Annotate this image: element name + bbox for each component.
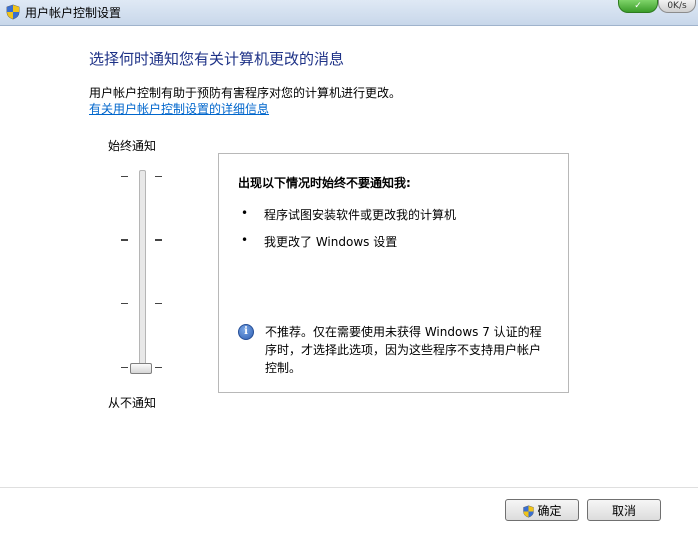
list-item: 程序试图安装软件或更改我的计算机 (264, 208, 457, 222)
speed-indicator[interactable]: 0K/s (658, 0, 696, 13)
slider-tick (121, 367, 128, 368)
info-icon: i (238, 324, 254, 340)
slider-tick (155, 367, 162, 368)
bullet-icon: • (241, 233, 249, 247)
slider-top-label: 始终通知 (108, 139, 157, 153)
footer-divider (0, 487, 698, 488)
panel-heading: 出现以下情况时始终不要通知我: (238, 176, 411, 190)
slider-tick (155, 303, 162, 304)
window-title: 用户帐户控制设置 (25, 6, 122, 20)
page-title: 选择何时通知您有关计算机更改的消息 (89, 50, 345, 68)
cancel-button[interactable]: 取消 (587, 499, 661, 521)
ok-button[interactable]: 确定 (505, 499, 579, 521)
uac-shield-icon (523, 505, 535, 518)
setting-description-panel: 出现以下情况时始终不要通知我: • 程序试图安装软件或更改我的计算机 • 我更改… (218, 153, 569, 393)
slider-tick (121, 303, 128, 304)
notification-slider-track[interactable] (139, 170, 146, 372)
bullet-icon: • (241, 206, 249, 220)
title-bar: 用户帐户控制设置 ✓ 0K/s (0, 0, 698, 26)
warning-note: 不推荐。仅在需要使用未获得 Windows 7 认证的程序时，才选择此选项，因为… (265, 325, 542, 375)
notification-slider-thumb[interactable] (130, 363, 152, 374)
network-indicator[interactable]: ✓ (618, 0, 658, 13)
list-item: 我更改了 Windows 设置 (264, 235, 398, 249)
slider-tick (121, 239, 128, 241)
description-text: 用户帐户控制有助于预防有害程序对您的计算机进行更改。 (89, 86, 402, 100)
slider-bottom-label: 从不通知 (108, 396, 157, 410)
slider-tick (155, 176, 162, 177)
slider-tick (121, 176, 128, 177)
uac-shield-icon (6, 4, 20, 20)
slider-tick (155, 239, 162, 241)
ok-button-label: 确定 (537, 504, 562, 518)
uac-help-link[interactable]: 有关用户帐户控制设置的详细信息 (89, 100, 269, 117)
